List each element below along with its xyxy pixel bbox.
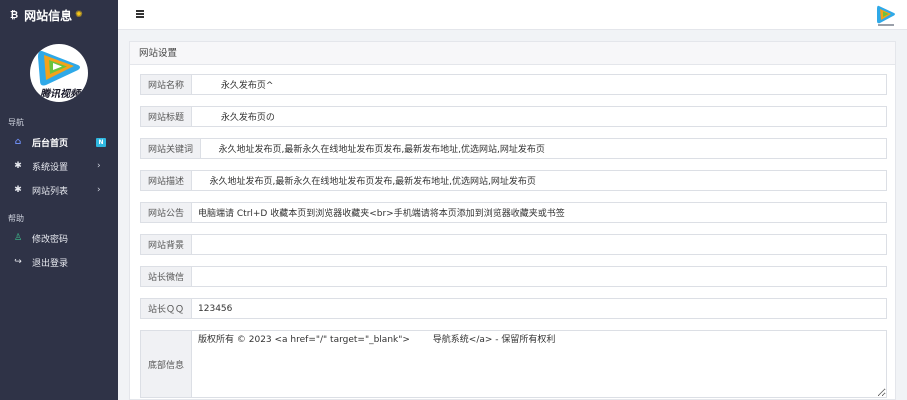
topbar (118, 0, 907, 30)
sidebar-item-label: 退出登录 (32, 258, 69, 269)
form-row-qq: 站长ＱＱ (140, 298, 887, 319)
sidebar-item-site-list[interactable]: ✱ 网站列表 › (0, 178, 118, 202)
sidebar-item-home[interactable]: ⌂ 后台首页 N (0, 130, 118, 154)
field-label: 网站公告 (140, 202, 192, 223)
help-section-label: 帮助 (8, 214, 24, 223)
form-row-wechat: 站长微信 (140, 266, 887, 287)
field-label: 底部信息 (140, 330, 192, 398)
nav-section-label: 导航 (8, 118, 24, 127)
menu-toggle-icon[interactable] (136, 10, 144, 18)
video-logo-icon[interactable] (875, 3, 897, 27)
gear-icon: ✱ (14, 185, 22, 195)
card-title: 网站设置 (130, 42, 895, 65)
star-icon: ✺ (75, 10, 83, 20)
logout-icon: ↪ (14, 257, 22, 267)
field-label: 网站关键词 (140, 138, 201, 159)
field-label: 网站背景 (140, 234, 192, 255)
field-label: 网站名称 (140, 74, 192, 95)
avatar: 腾讯视频 (30, 44, 88, 102)
chevron-right-icon: › (97, 161, 101, 171)
notice-input[interactable] (191, 202, 887, 223)
form-row-site-name: 网站名称 (140, 74, 887, 95)
sidebar: ₿ 网站信息 ✺ 腾讯视频 导航 ⌂ 后台首页 N ✱ 系统设置 › ✱ 网站列… (0, 0, 118, 400)
sidebar-item-change-password[interactable]: ♙ 修改密码 (0, 226, 118, 250)
chevron-right-icon: › (97, 185, 101, 195)
description-input[interactable] (191, 170, 887, 191)
site-title-input[interactable] (191, 106, 887, 127)
site-settings-card: 网站设置 网站名称 网站标题 网站关键词 网站描述 网站公告 网站背景 站长微信… (129, 41, 896, 400)
gear-icon: ✱ (14, 161, 22, 171)
footer-textarea[interactable]: 版权所有 © 2023 <a href="/" target="_blank">… (191, 330, 887, 398)
background-input[interactable] (191, 234, 887, 255)
sidebar-item-label: 修改密码 (32, 234, 69, 245)
sidebar-item-label: 系统设置 (32, 162, 69, 173)
user-key-icon: ♙ (13, 233, 23, 243)
wechat-input[interactable] (191, 266, 887, 287)
brand-title: 网站信息 (24, 8, 73, 23)
bitcoin-icon: ₿ (10, 9, 19, 21)
field-label: 网站标题 (140, 106, 192, 127)
sidebar-item-logout[interactable]: ↪ 退出登录 (0, 250, 118, 274)
sidebar-item-label: 后台首页 (32, 138, 69, 149)
field-label: 站长ＱＱ (140, 298, 192, 319)
form-row-keywords: 网站关键词 (140, 138, 887, 159)
form-row-background: 网站背景 (140, 234, 887, 255)
field-label: 网站描述 (140, 170, 192, 191)
sidebar-item-system-settings[interactable]: ✱ 系统设置 › (0, 154, 118, 178)
avatar-wrap: 腾讯视频 (0, 30, 118, 108)
form-row-description: 网站描述 (140, 170, 887, 191)
site-name-input[interactable] (191, 74, 887, 95)
avatar-text: 腾讯视频 (40, 89, 80, 100)
keywords-input[interactable] (200, 138, 887, 159)
form-row-footer: 底部信息 版权所有 © 2023 <a href="/" target="_bl… (140, 330, 887, 398)
form-row-notice: 网站公告 (140, 202, 887, 223)
home-icon: ⌂ (14, 137, 22, 147)
new-badge: N (96, 138, 106, 147)
qq-input[interactable] (191, 298, 887, 319)
brand[interactable]: ₿ 网站信息 ✺ (0, 0, 118, 30)
sidebar-item-label: 网站列表 (32, 186, 69, 197)
field-label: 站长微信 (140, 266, 192, 287)
form-row-site-title: 网站标题 (140, 106, 887, 127)
